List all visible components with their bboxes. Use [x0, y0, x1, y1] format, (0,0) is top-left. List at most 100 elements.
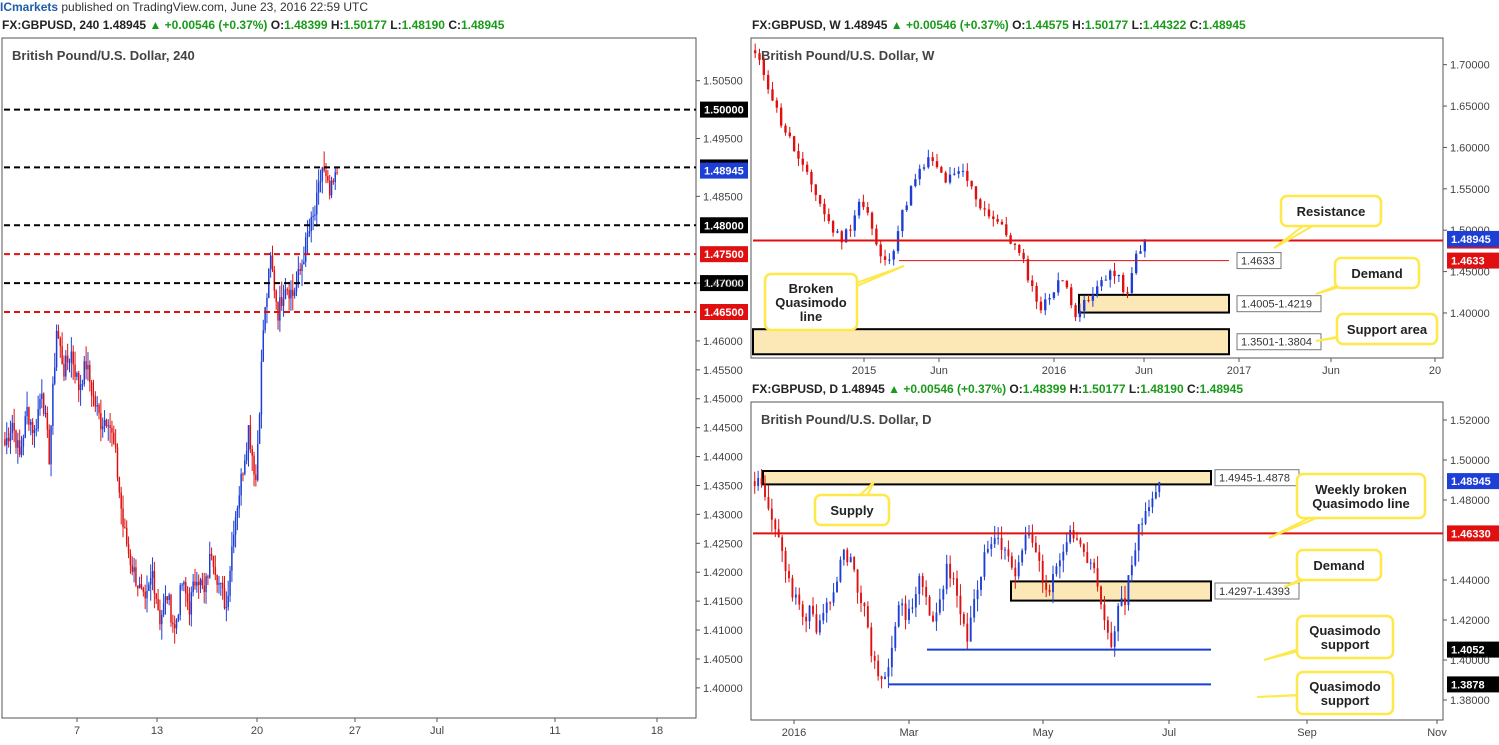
h4-ytick-label: 1.44500: [703, 423, 743, 435]
w-candle-body: [823, 203, 826, 215]
h4-candle-body: [144, 591, 146, 599]
w-candle-body: [918, 168, 921, 180]
w-candle-body: [762, 59, 766, 75]
d-candle-body: [836, 581, 838, 593]
h4-candle-body: [292, 289, 294, 296]
d-candle-body: [757, 478, 760, 486]
h4-candle-body: [124, 527, 126, 529]
h4-candle-body: [96, 405, 98, 407]
w-level-inline-label: 1.4633: [1241, 256, 1275, 268]
d-candle-body: [952, 578, 955, 580]
w-candle-body: [1078, 310, 1082, 318]
w-candle-body: [1087, 300, 1090, 302]
w-ytick-label: 1.55000: [1450, 184, 1490, 196]
h4-candle-body: [103, 419, 106, 427]
publication-bar: ICmarkets published on TradingView.com, …: [0, 0, 1499, 14]
d-candle-body: [1082, 544, 1085, 553]
d-candle-body: [1110, 632, 1113, 647]
h4-candle-body: [210, 553, 213, 556]
d-ytick-label: 1.52000: [1450, 415, 1490, 427]
w-callout-text-1: line: [800, 309, 822, 324]
d-candle-body: [873, 655, 876, 661]
h4-candle-body: [105, 419, 108, 426]
daily-symbol[interactable]: FX:GBPUSD, D: [752, 382, 838, 396]
d-candle-body: [822, 612, 825, 621]
w-candle-body: [892, 251, 895, 260]
h4-chart[interactable]: British Pound/U.S. Dollar, 240 1.500001.…: [0, 36, 748, 745]
h4-candle-body: [44, 412, 47, 414]
weekly-symbol[interactable]: FX:GBPUSD, W: [752, 18, 841, 32]
h4-candle-body: [18, 440, 21, 455]
d-candle-body: [1086, 552, 1089, 563]
h4-candle-body: [7, 437, 10, 442]
h4-candle-body: [116, 447, 119, 478]
d-candle-body: [1034, 542, 1037, 553]
h4-candle-body: [28, 407, 30, 425]
weekly-y-axis[interactable]: 1.700001.650001.600001.550001.500001.450…: [1443, 60, 1499, 320]
h4-candle-body: [205, 576, 207, 593]
h4-candle-body: [41, 393, 43, 399]
h4-candle-body: [166, 596, 169, 601]
h4-candle-body: [172, 622, 174, 625]
w-candle-body: [905, 205, 908, 211]
w-candle-body: [966, 170, 969, 181]
daily-chart[interactable]: British Pound/U.S. Dollar, D 1.4945-1.48…: [749, 400, 1499, 745]
h4-candle-body: [255, 474, 257, 481]
d-zone-0: [762, 470, 1212, 486]
h4-candle-body: [66, 355, 69, 363]
h4-candle-body: [42, 393, 45, 414]
d-candle-body: [1141, 523, 1144, 525]
w-candle-body: [957, 171, 960, 174]
h4-candle-body: [212, 555, 215, 568]
h4-candle-body: [273, 270, 276, 291]
w-callout-text-1: Quasimodo: [775, 295, 847, 310]
h4-candle-body: [275, 290, 277, 302]
h4-candle-body: [256, 443, 259, 481]
d-candle-body: [890, 647, 893, 668]
w-candle-body: [1126, 292, 1129, 294]
d-level-price-0: 1.46330: [1451, 528, 1491, 540]
d-candle-body: [1124, 598, 1126, 606]
w-candle-body: [1091, 294, 1095, 301]
daily-y-axis[interactable]: 1.52000 1.50000 1.48000 1.44000 1.42000 1.400…: [1443, 415, 1499, 707]
d-candle-body: [1052, 574, 1054, 593]
h4-candle-body: [299, 269, 301, 271]
daily-x-axis[interactable]: 2016 Mar May Jul Sep Nov: [782, 720, 1448, 739]
h4-y-axis[interactable]: 1.50500 1.49500 1.48500 1.47000 1.46000 1.455…: [696, 76, 748, 695]
h4-candle-body: [183, 582, 185, 585]
d-candle-body: [1069, 530, 1072, 543]
weekly-x-axis[interactable]: 2015 Jun 2016 Jun 2017 Jun 20: [852, 358, 1441, 376]
w-candle-body: [927, 157, 930, 168]
h4-candle-body: [72, 351, 74, 365]
h4-xtick-label: 11: [549, 725, 560, 737]
h4-candle-body: [87, 364, 89, 370]
h4-candle-body: [245, 450, 248, 461]
h4-ytick-label: 1.44000: [703, 452, 743, 464]
w-candle-body: [970, 180, 973, 187]
h4-candle-body: [221, 582, 224, 589]
w-candle-body: [1035, 285, 1038, 302]
h4-candle-body: [20, 446, 23, 455]
h4-candle-body: [151, 571, 154, 579]
h4-candle-body: [39, 398, 41, 410]
d-candle-body: [1017, 562, 1020, 577]
h4-symbol[interactable]: FX:GBPUSD, 240: [2, 18, 99, 32]
w-ytick-label: 1.45000: [1450, 267, 1490, 279]
w-candle-body: [784, 125, 787, 133]
h4-candle-body: [30, 421, 32, 425]
h4-candle-body: [57, 330, 60, 339]
weekly-chart[interactable]: British Pound/U.S. Dollar, W 1.4005-1.42…: [749, 36, 1499, 376]
brand-link[interactable]: ICmarkets: [0, 0, 58, 14]
h4-ytick-label: 1.47000: [703, 278, 743, 290]
w-candle-body: [1031, 280, 1034, 286]
h4-candle-body: [125, 527, 128, 545]
d-candle-body: [1048, 589, 1051, 593]
h4-x-axis[interactable]: 7 13 20 27 Jul 11 18: [74, 718, 663, 737]
w-candle-body: [836, 231, 839, 233]
d-candle-body: [911, 607, 914, 609]
d-candle-body: [764, 484, 766, 498]
d-candle-body: [1014, 567, 1017, 577]
d-xtick-label: Jul: [1162, 727, 1176, 739]
d-candle-body: [1103, 604, 1106, 621]
d-candle-body: [1144, 511, 1147, 524]
